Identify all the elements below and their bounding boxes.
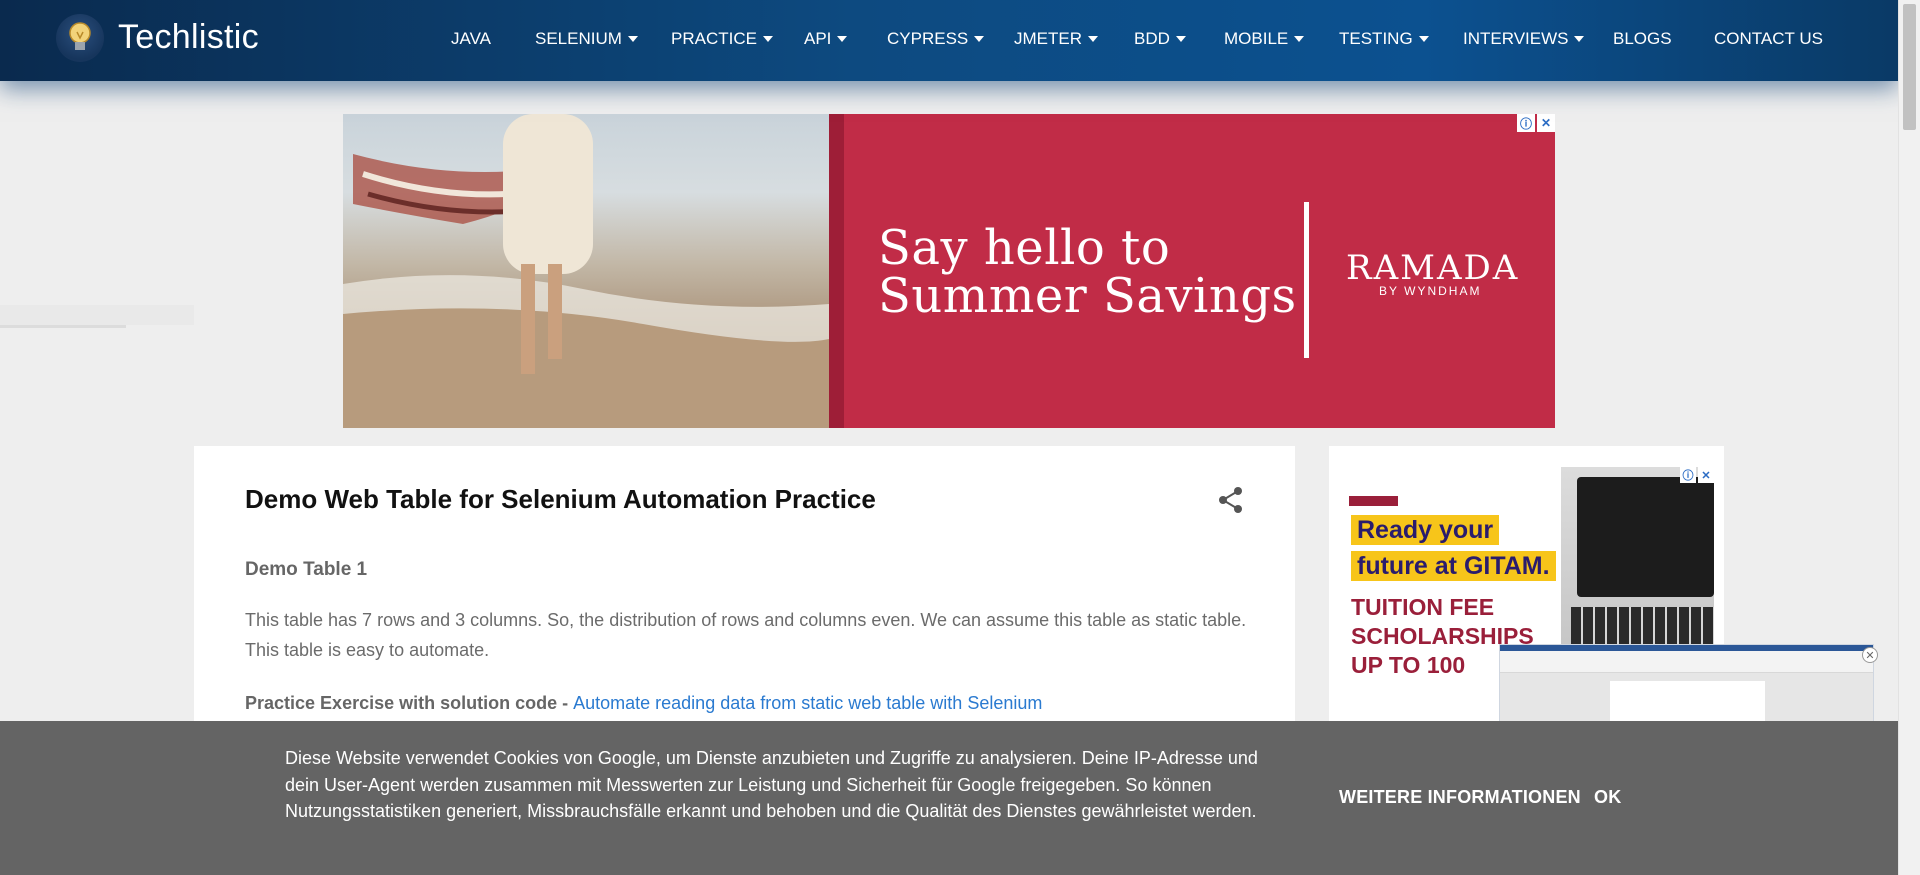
post-paragraph: This table has 7 rows and 3 columns. So,… <box>245 610 1247 660</box>
nav-bdd[interactable]: BDD <box>1134 29 1186 49</box>
ad-controls: ⓘ ✕ <box>1517 114 1555 132</box>
ad-beach-photo <box>343 114 829 428</box>
ad-headline-line1: Say hello to <box>878 220 1171 276</box>
section-subheading: Demo Table 1 <box>245 559 368 580</box>
nav-java[interactable]: JAVA <box>451 29 491 49</box>
lightbulb-icon <box>69 22 91 50</box>
nav-testing[interactable]: TESTING <box>1339 29 1429 49</box>
scrollbar-thumb[interactable] <box>1903 4 1916 130</box>
left-placeholder-line <box>0 325 126 328</box>
exercise-label: Practice Exercise with solution code - <box>245 693 574 713</box>
floating-video-overlay[interactable] <box>1499 644 1874 725</box>
ad-divider <box>1304 202 1309 358</box>
exercise-link[interactable]: Automate reading data from static web ta… <box>573 693 1042 713</box>
caret-down-icon <box>627 36 638 42</box>
ad-controls: ⓘ ✕ <box>1680 467 1714 483</box>
ad-headline-line2: future at GITAM. <box>1351 551 1556 581</box>
more-info-button[interactable]: WEITERE INFORMATIONEN <box>1339 787 1581 808</box>
close-icon[interactable]: ✕ <box>1537 114 1555 132</box>
ad-headline-line2: Summer Savings <box>878 268 1297 324</box>
ok-button[interactable]: OK <box>1594 787 1621 808</box>
beach-scene-image <box>343 114 829 428</box>
post-title: Demo Web Table for Selenium Automation P… <box>245 484 876 514</box>
caret-down-icon <box>974 36 985 42</box>
caret-down-icon <box>762 36 773 42</box>
cookie-text: Diese Website verwendet Cookies von Goog… <box>285 748 1258 821</box>
nav-api[interactable]: API <box>804 29 848 49</box>
caret-down-icon <box>837 36 848 42</box>
laptop-screen <box>1577 477 1714 597</box>
share-icon[interactable] <box>1218 486 1244 519</box>
left-placeholder <box>0 305 194 325</box>
info-icon[interactable]: ⓘ <box>1517 114 1535 132</box>
site-logo[interactable] <box>56 14 104 62</box>
ad-red-stripe <box>829 114 844 428</box>
ad-headline: Say hello to Summer Savings <box>878 224 1297 320</box>
site-header: Techlistic JAVA SELENIUM PRACTICE API CY… <box>0 0 1898 81</box>
close-icon[interactable]: ✕ <box>1698 467 1714 483</box>
mini-ribbon <box>1500 651 1873 673</box>
caret-down-icon <box>1418 36 1429 42</box>
ad-banner-top[interactable]: Say hello to Summer Savings RAMADA BY WY… <box>343 114 1555 428</box>
caret-down-icon <box>1294 36 1305 42</box>
nav-interviews[interactable]: INTERVIEWS <box>1463 29 1585 49</box>
nav-contact-us[interactable]: CONTACT US <box>1714 29 1823 49</box>
ad-headline-line1: Ready your <box>1351 515 1500 545</box>
ad-accent-bar <box>1349 496 1398 506</box>
nav-mobile[interactable]: MOBILE <box>1224 29 1305 49</box>
ad-brand: RAMADA <box>1346 248 1520 288</box>
caret-down-icon <box>1088 36 1098 42</box>
ad-brand-sub: BY WYNDHAM <box>1379 284 1482 298</box>
page-scrollbar[interactable] <box>1898 0 1920 875</box>
nav-blogs[interactable]: BLOGS <box>1613 29 1672 49</box>
info-icon[interactable]: ⓘ <box>1680 467 1696 483</box>
tuition-line1: TUITION FEE <box>1351 594 1495 620</box>
nav-jmeter[interactable]: JMETER <box>1014 29 1098 49</box>
nav-selenium[interactable]: SELENIUM <box>535 29 638 49</box>
exercise-line: Practice Exercise with solution code - A… <box>245 693 1042 714</box>
nav-practice[interactable]: PRACTICE <box>671 29 773 49</box>
close-icon[interactable]: ✕ <box>1862 647 1878 663</box>
site-title[interactable]: Techlistic <box>118 18 259 57</box>
caret-down-icon <box>1574 36 1585 42</box>
cookie-banner: Diese Website verwendet Cookies von Goog… <box>0 721 1898 875</box>
mini-document-page <box>1610 681 1765 725</box>
nav-cypress[interactable]: CYPRESS <box>887 29 985 49</box>
caret-down-icon <box>1175 36 1186 42</box>
